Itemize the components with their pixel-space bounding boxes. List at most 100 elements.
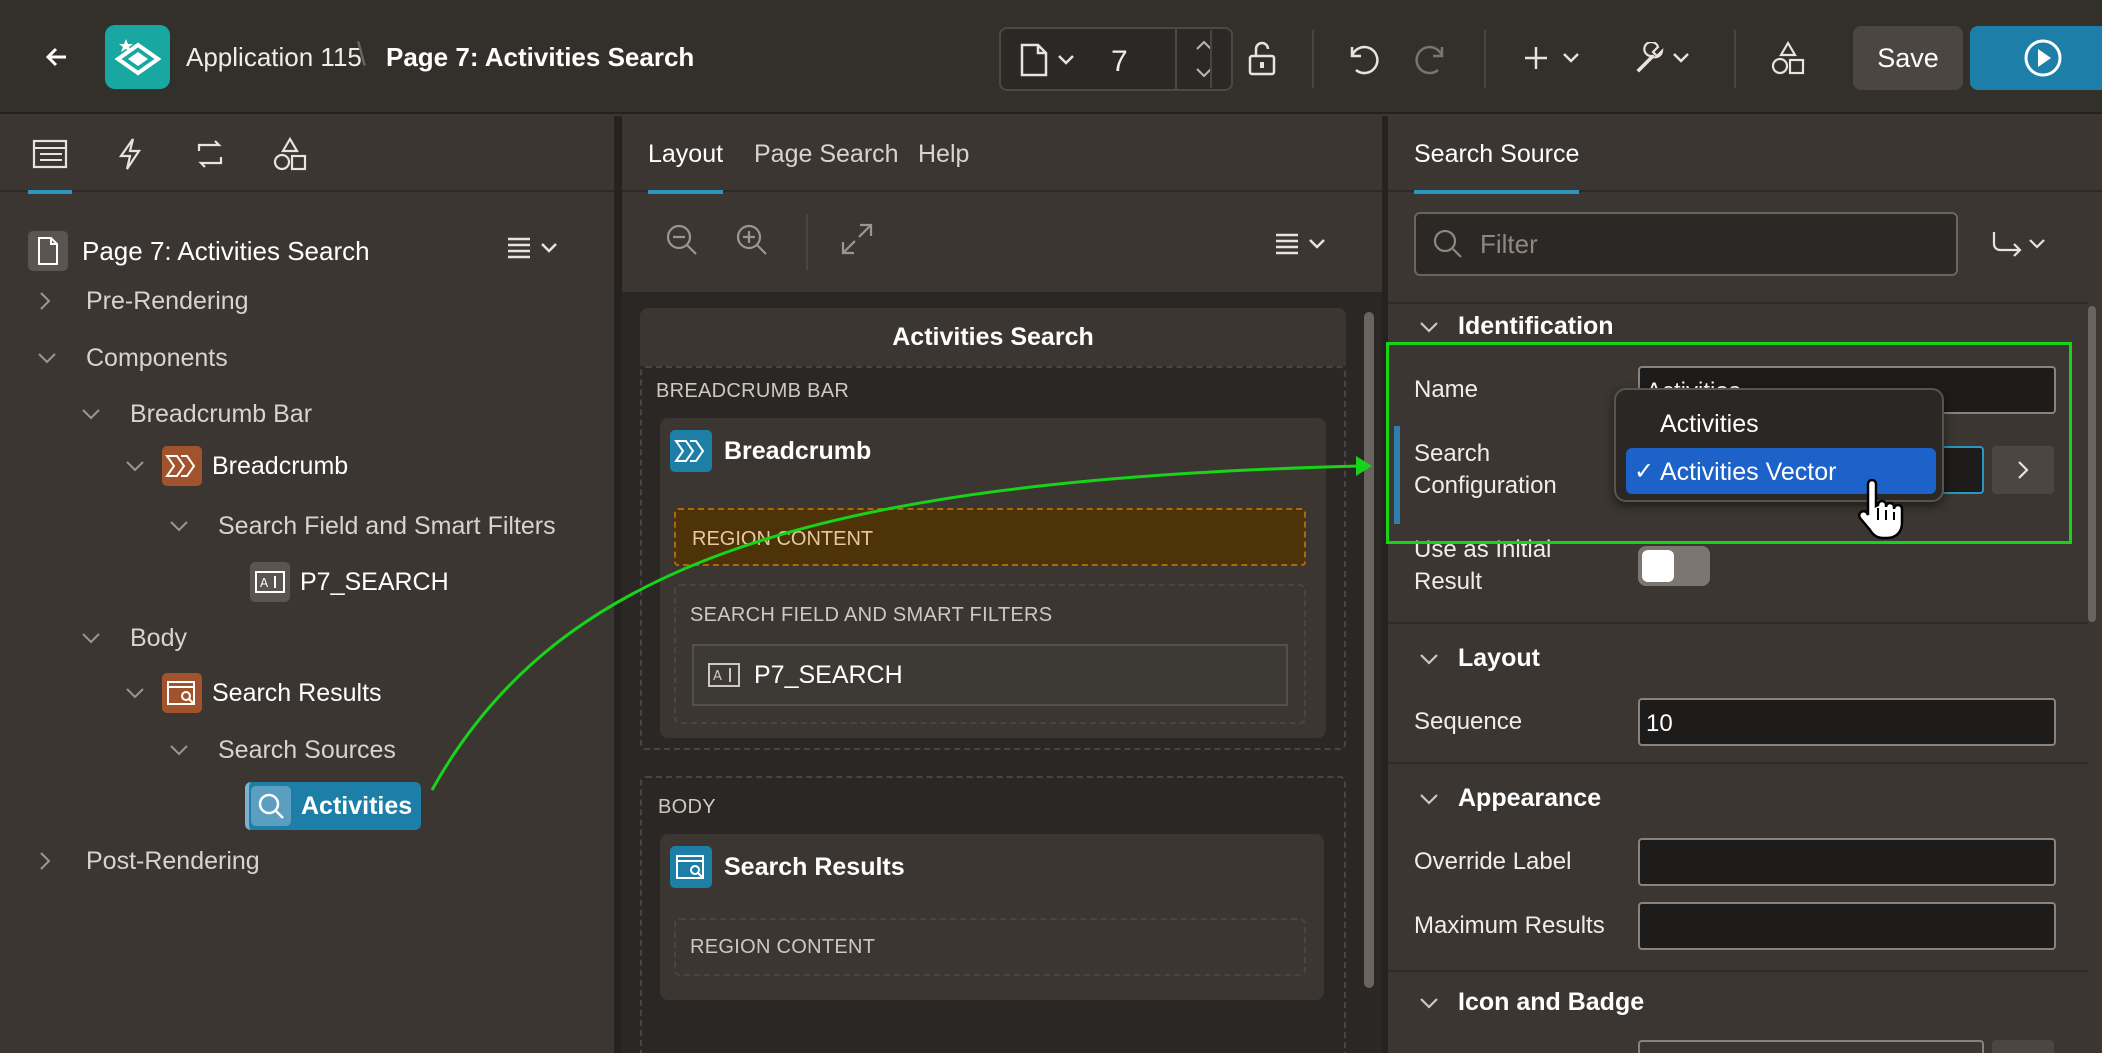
tree-node-search-results[interactable]: Search Results — [124, 673, 382, 713]
processing-icon — [197, 140, 223, 168]
shared-components-icon[interactable] — [1766, 36, 1810, 80]
search-results-region[interactable]: Search Results REGION CONTENT — [660, 834, 1324, 1000]
back-arrow-icon[interactable] — [36, 36, 78, 78]
tab-page-search[interactable]: Page Search — [754, 140, 899, 169]
property-scrollbar[interactable] — [2088, 306, 2096, 622]
tree-node-pre-rendering[interactable]: Pre-Rendering — [38, 281, 249, 321]
search-region-icon — [162, 673, 202, 713]
group-appearance[interactable]: Appearance — [1418, 784, 1601, 813]
override-label-input[interactable] — [1638, 838, 2056, 886]
page-region-title: Activities Search — [640, 308, 1346, 366]
group-identification[interactable]: Identification — [1418, 312, 1614, 341]
canvas-scrollbar[interactable] — [1364, 312, 1374, 988]
region-content-slot[interactable]: REGION CONTENT — [674, 918, 1306, 976]
rendering-tree-panel: Page 7: Activities Search Pre-Rendering … — [0, 116, 616, 1053]
redo-icon[interactable] — [1410, 36, 1454, 80]
override-label-label: Override Label — [1414, 848, 1572, 875]
group-layout[interactable]: Layout — [1418, 644, 1540, 673]
initial-result-toggle[interactable] — [1638, 546, 1710, 586]
page-stepper[interactable] — [1175, 29, 1231, 89]
chevron-down-icon[interactable] — [1418, 652, 1440, 666]
search-field-position[interactable]: SEARCH FIELD AND SMART FILTERS A P7_SEAR… — [674, 584, 1306, 724]
tree-node-components[interactable]: Components — [36, 338, 228, 378]
tree-node-search-field[interactable]: Search Field and Smart Filters — [168, 506, 556, 546]
expand-icon[interactable] — [840, 222, 874, 261]
left-splitter[interactable] — [614, 116, 622, 1053]
app-name[interactable]: Application 115 — [186, 42, 362, 73]
tab-rendering[interactable] — [22, 116, 78, 194]
tab-search-source[interactable]: Search Source — [1414, 140, 1580, 194]
utilities-menu-button[interactable] — [1630, 36, 1694, 80]
page-icon — [28, 231, 68, 271]
create-menu-button[interactable] — [1520, 36, 1584, 80]
tree-node-breadcrumb-bar[interactable]: Breadcrumb Bar — [80, 394, 312, 434]
page-number[interactable]: 7 — [1111, 45, 1128, 79]
zoom-out-icon[interactable] — [664, 222, 700, 263]
undo-icon[interactable] — [1340, 36, 1384, 80]
chevron-down-icon[interactable] — [1057, 53, 1075, 71]
toggle-knob — [1642, 550, 1674, 582]
tree-node-breadcrumb[interactable]: Breadcrumb — [124, 446, 348, 486]
search-region-icon — [670, 846, 712, 888]
run-page-button[interactable] — [1970, 26, 2102, 90]
chevron-down-icon[interactable] — [168, 743, 190, 757]
tree-node-activities[interactable]: Activities — [245, 782, 421, 830]
chevron-down-icon[interactable] — [1418, 320, 1440, 334]
tab-processing[interactable] — [182, 116, 238, 192]
go-to-group-button[interactable] — [1990, 230, 2050, 265]
lightning-icon — [118, 138, 142, 170]
region-content-slot[interactable]: REGION CONTENT — [674, 508, 1306, 566]
tree-node-post-rendering[interactable]: Post-Rendering — [38, 841, 260, 881]
tab-layout[interactable]: Layout — [648, 140, 724, 194]
tree-root[interactable]: Page 7: Activities Search — [28, 228, 370, 274]
svg-text:A: A — [713, 669, 722, 684]
chevron-down-icon[interactable] — [124, 686, 146, 700]
chevron-right-icon[interactable] — [38, 290, 52, 312]
tab-help[interactable]: Help — [918, 140, 969, 169]
max-results-input[interactable] — [1638, 902, 2056, 950]
chevron-down-icon[interactable] — [168, 519, 190, 533]
breadcrumb-bar-position[interactable]: BREADCRUMB BAR Breadcrumb REGION CONTENT… — [640, 366, 1346, 750]
chevron-down-icon[interactable] — [36, 351, 58, 365]
chevron-down-icon[interactable] — [1418, 792, 1440, 806]
property-editor-panel: Search Source Filter Identification Name… — [1388, 116, 2102, 1053]
tree-menu-button[interactable] — [504, 234, 564, 267]
chevron-down-icon[interactable] — [124, 459, 146, 473]
app-header: Application 115 \ Page 7: Activities Sea… — [0, 0, 2102, 114]
group-title: Layout — [1458, 644, 1540, 672]
page-selector[interactable]: 7 — [999, 27, 1233, 91]
breadcrumb-region[interactable]: Breadcrumb REGION CONTENT SEARCH FIELD A… — [660, 418, 1326, 738]
group-icon-badge[interactable]: Icon and Badge — [1418, 988, 1644, 1017]
app-logo[interactable] — [105, 25, 170, 89]
breadcrumb-region-icon — [162, 446, 202, 486]
search-icon — [251, 786, 291, 826]
tree-node-label: Components — [86, 343, 228, 372]
layout-menu-button[interactable] — [1272, 230, 1332, 263]
chevron-down-icon[interactable] — [80, 407, 102, 421]
search-icon — [1433, 229, 1462, 258]
p7-search-item[interactable]: A P7_SEARCH — [692, 644, 1288, 706]
tab-shared-components[interactable] — [262, 116, 318, 192]
tree-node-p7-search[interactable]: A P7_SEARCH — [250, 562, 449, 602]
chevron-down-icon[interactable] — [80, 631, 102, 645]
filter-placeholder: Filter — [1480, 228, 1538, 259]
text-field-icon: A — [250, 562, 290, 602]
zoom-in-icon[interactable] — [734, 222, 770, 263]
region-header: Search Results — [660, 834, 1324, 900]
tab-dynamic-actions[interactable] — [102, 116, 158, 192]
sequence-input[interactable]: 10 — [1638, 698, 2056, 746]
body-position[interactable]: BODY Search Results REGION CONTENT — [640, 776, 1346, 1053]
tree-node-search-sources[interactable]: Search Sources — [168, 730, 396, 770]
highlight-box — [1386, 342, 2072, 544]
tree-node-body[interactable]: Body — [80, 618, 187, 658]
tree-node-label: P7_SEARCH — [300, 567, 449, 596]
region-title: Search Results — [724, 852, 905, 881]
label-line: Result — [1414, 568, 1483, 595]
filter-input[interactable]: Filter — [1414, 212, 1958, 276]
chevron-right-icon[interactable] — [38, 850, 52, 872]
lock-icon[interactable] — [1240, 36, 1284, 80]
chevron-down-icon[interactable] — [1418, 996, 1440, 1010]
save-button[interactable]: Save — [1853, 26, 1963, 90]
page-icon — [1019, 43, 1049, 82]
position-label: SEARCH FIELD AND SMART FILTERS — [690, 604, 1053, 626]
